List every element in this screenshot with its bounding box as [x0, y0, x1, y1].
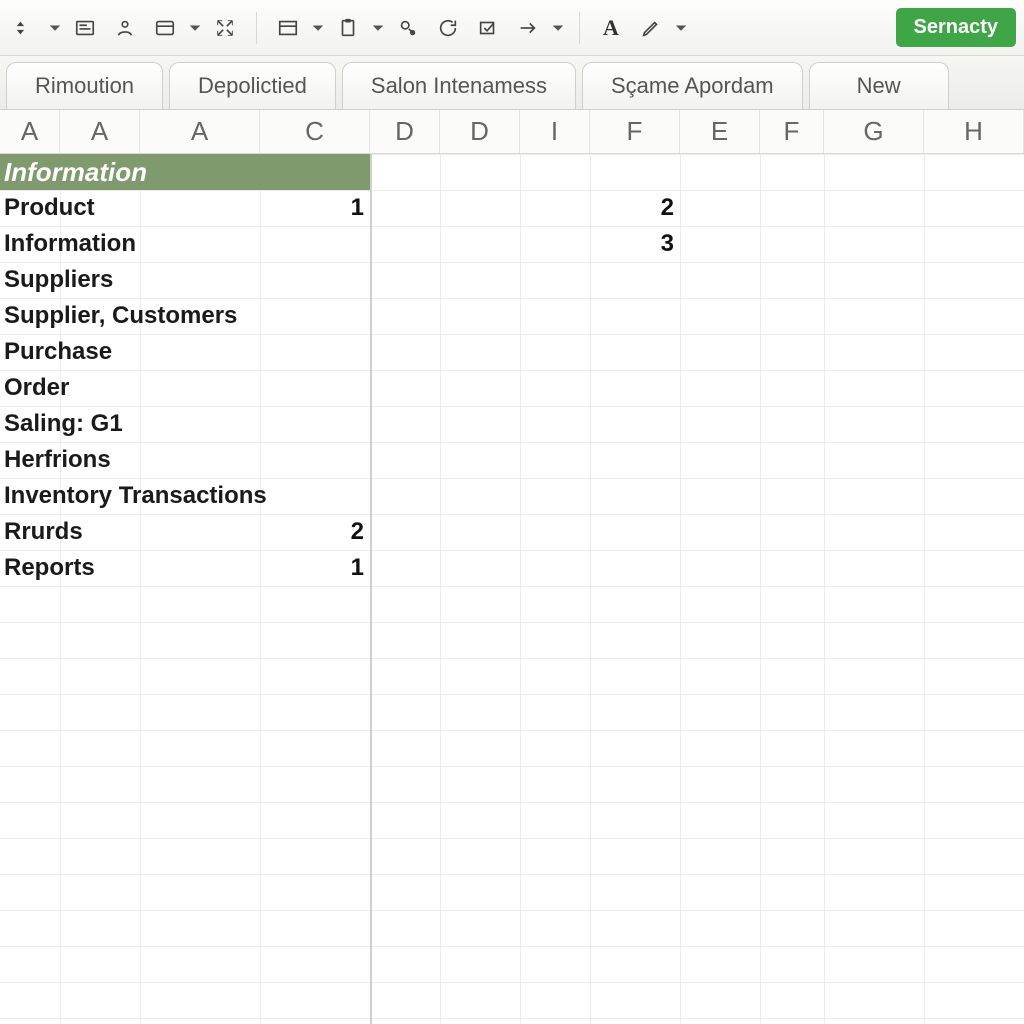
column-header[interactable]: A	[0, 110, 60, 153]
font-icon[interactable]: A	[594, 11, 628, 45]
dropdown-caret-icon[interactable]	[311, 23, 325, 33]
cell-label[interactable]: Order	[0, 374, 370, 402]
cell-label[interactable]: Herfrions	[0, 446, 370, 474]
clipboard-icon[interactable]	[331, 11, 365, 45]
table-row[interactable]: Order	[0, 370, 1024, 406]
cell-label[interactable]: Saling: G1	[0, 410, 370, 438]
form-icon[interactable]	[68, 11, 102, 45]
cell-value-c[interactable]: 2	[300, 518, 370, 546]
table-row[interactable]: Saling: G1	[0, 406, 1024, 442]
table-row[interactable]: Supplier, Customers	[0, 298, 1024, 334]
column-header[interactable]: C	[260, 110, 370, 153]
dropdown-caret-icon[interactable]	[551, 23, 565, 33]
cell-value-c[interactable]: 1	[300, 194, 370, 222]
column-header[interactable]: A	[60, 110, 140, 153]
primary-action-button[interactable]: Sernacty	[896, 8, 1017, 47]
tab-scame-apordam[interactable]: Sçame Apordam	[582, 62, 803, 109]
card-icon[interactable]	[148, 11, 182, 45]
sheet-tabstrip: Rimoution Depolictied Salon Intenamess S…	[0, 56, 1024, 110]
sort-icon[interactable]	[8, 11, 42, 45]
dropdown-caret-icon[interactable]	[188, 23, 202, 33]
cell-label[interactable]: Supplier, Customers	[0, 302, 370, 330]
column-header[interactable]: E	[680, 110, 760, 153]
tab-salon-intenamess[interactable]: Salon Intenamess	[342, 62, 576, 109]
column-header[interactable]: D	[370, 110, 440, 153]
cell-label[interactable]: Inventory Transactions	[0, 482, 370, 510]
table-row[interactable]: Suppliers	[0, 262, 1024, 298]
settings-link-icon[interactable]	[391, 11, 425, 45]
column-header[interactable]: G	[824, 110, 924, 153]
column-header[interactable]: A	[140, 110, 260, 153]
refresh-icon[interactable]	[431, 11, 465, 45]
column-header[interactable]: F	[760, 110, 824, 153]
table-row[interactable]: Reports1	[0, 550, 1024, 586]
cell-value-c[interactable]: 1	[300, 554, 370, 582]
column-header[interactable]: D	[440, 110, 520, 153]
column-header[interactable]: H	[924, 110, 1024, 153]
expand-icon[interactable]	[208, 11, 242, 45]
table-row[interactable]: Information 3	[0, 226, 1024, 262]
person-icon[interactable]	[108, 11, 142, 45]
edit-check-icon[interactable]	[471, 11, 505, 45]
window-icon[interactable]	[271, 11, 305, 45]
cell-value-f[interactable]: 2	[600, 194, 680, 222]
pencil-icon[interactable]	[634, 11, 668, 45]
dropdown-caret-icon[interactable]	[371, 23, 385, 33]
cell-label[interactable]: Suppliers	[0, 266, 370, 294]
tab-rimoution[interactable]: Rimoution	[6, 62, 163, 109]
table-row[interactable]: Inventory Transactions	[0, 478, 1024, 514]
table-row[interactable]: Rrurds2	[0, 514, 1024, 550]
column-header[interactable]: F	[590, 110, 680, 153]
arrow-right-icon[interactable]	[511, 11, 545, 45]
cell-value-f[interactable]: 3	[600, 230, 680, 258]
column-header[interactable]: I	[520, 110, 590, 153]
section-header-cell[interactable]: Information	[0, 154, 370, 190]
dropdown-caret-icon[interactable]	[674, 23, 688, 33]
table-row[interactable]: Product12	[0, 190, 1024, 226]
toolbar-separator	[579, 12, 580, 44]
dropdown-caret-icon[interactable]	[48, 23, 62, 33]
toolbar-separator	[256, 12, 257, 44]
column-header-row: AAACDDIFEFGH	[0, 110, 1024, 154]
spreadsheet-grid[interactable]: Information Product12Information3Supplie…	[0, 154, 1024, 1024]
tab-new[interactable]: New	[809, 62, 949, 109]
toolbar: A Sernacty	[0, 0, 1024, 56]
cell-label[interactable]: Information	[0, 230, 370, 258]
table-row[interactable]: Purchase	[0, 334, 1024, 370]
table-row[interactable]: Herfrions	[0, 442, 1024, 478]
cell-label[interactable]: Purchase	[0, 338, 370, 366]
tab-depolictied[interactable]: Depolictied	[169, 62, 336, 109]
